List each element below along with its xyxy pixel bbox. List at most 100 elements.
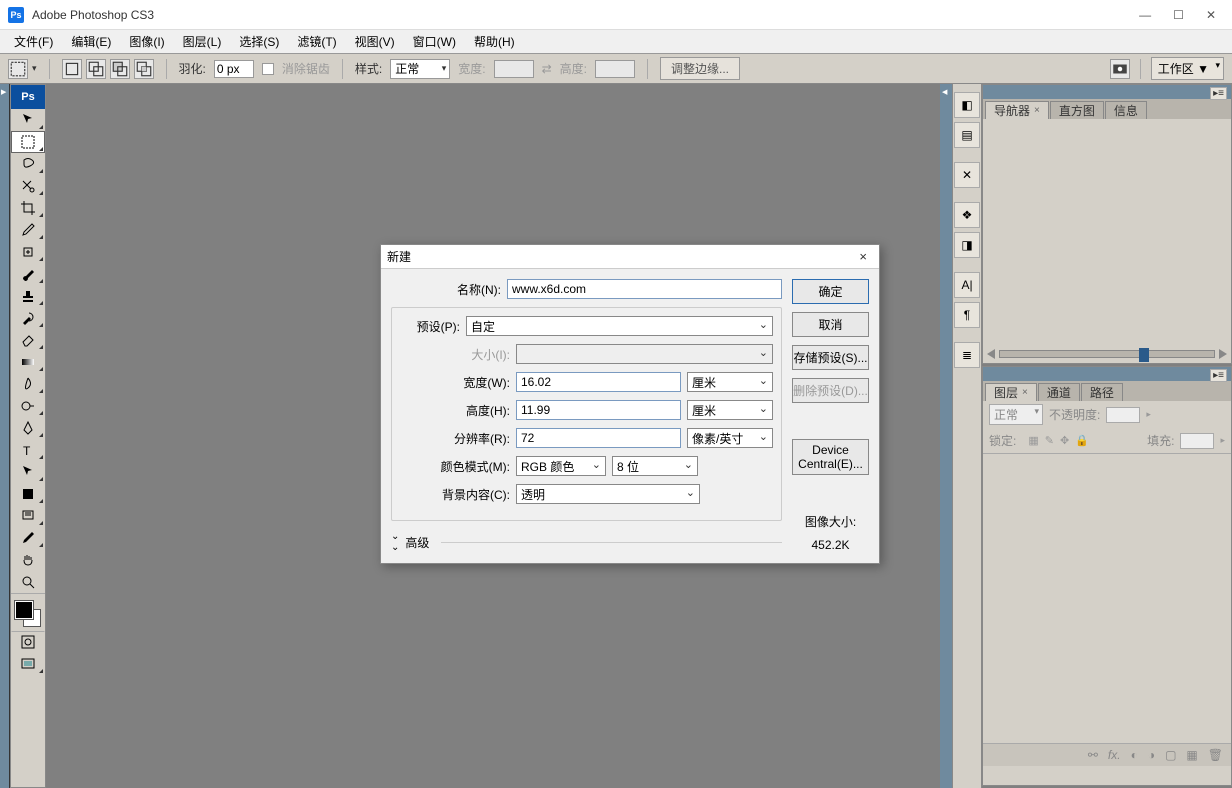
zoom-in-icon[interactable] [1219, 349, 1227, 359]
menu-layer[interactable]: 图层(L) [175, 30, 230, 53]
quickmask-tool[interactable] [11, 631, 45, 653]
crop-tool[interactable] [11, 197, 45, 219]
tab-paths[interactable]: 路径 [1081, 383, 1123, 401]
menu-image[interactable]: 图像(I) [121, 30, 172, 53]
brush-tool[interactable] [11, 263, 45, 285]
height-unit-select[interactable]: 厘米 [687, 400, 773, 420]
dock-swatches-icon[interactable]: ❖ [954, 202, 980, 228]
colormode-select[interactable]: RGB 颜色 [516, 456, 606, 476]
menu-window[interactable]: 窗口(W) [405, 30, 464, 53]
toolbox-collapse-handle[interactable] [0, 84, 10, 788]
history-brush-tool[interactable] [11, 307, 45, 329]
panels-collapse-handle[interactable] [940, 84, 952, 788]
healing-tool[interactable] [11, 241, 45, 263]
lock-image-icon[interactable]: ✎ [1045, 434, 1054, 447]
hand-tool[interactable] [11, 549, 45, 571]
tab-navigator[interactable]: 导航器× [985, 101, 1049, 119]
dialog-close-button[interactable]: × [853, 249, 873, 264]
zoom-out-icon[interactable] [987, 349, 995, 359]
type-tool[interactable]: T [11, 439, 45, 461]
path-select-tool[interactable] [11, 461, 45, 483]
selection-intersect-icon[interactable] [134, 59, 154, 79]
stamp-tool[interactable] [11, 285, 45, 307]
close-button[interactable]: ✕ [1206, 8, 1216, 22]
minimize-button[interactable]: — [1139, 8, 1151, 22]
dock-histogram-icon[interactable]: ▤ [954, 122, 980, 148]
gradient-tool[interactable] [11, 351, 45, 373]
blend-mode-select[interactable]: 正常 [989, 404, 1043, 425]
dock-paragraph-icon[interactable]: ¶ [954, 302, 980, 328]
layers-list[interactable] [983, 453, 1231, 743]
group-icon[interactable]: ▢ [1165, 748, 1176, 762]
color-swatches[interactable] [11, 597, 45, 631]
delete-layer-icon[interactable]: 🗑 [1208, 748, 1223, 762]
dock-navigator-icon[interactable]: ◧ [954, 92, 980, 118]
shape-tool[interactable] [11, 483, 45, 505]
resolution-unit-select[interactable]: 像素/英寸 [687, 428, 773, 448]
screenmode-tool[interactable] [11, 653, 45, 675]
style-select[interactable]: 正常 [390, 59, 450, 79]
resolution-input[interactable] [516, 428, 681, 448]
zoom-tool[interactable] [11, 571, 45, 593]
tab-channels[interactable]: 通道 [1038, 383, 1080, 401]
dock-color-icon[interactable]: ✕ [954, 162, 980, 188]
lock-transparent-icon[interactable]: ▦ [1028, 434, 1038, 447]
navigator-zoom-slider[interactable] [987, 349, 1227, 359]
maximize-button[interactable]: ☐ [1173, 8, 1184, 22]
selection-subtract-icon[interactable] [110, 59, 130, 79]
name-input[interactable] [507, 279, 782, 299]
blur-tool[interactable] [11, 373, 45, 395]
width-input[interactable] [516, 372, 681, 392]
fill-input[interactable] [1180, 433, 1214, 449]
dock-character-icon[interactable]: A| [954, 272, 980, 298]
tab-info[interactable]: 信息 [1105, 101, 1147, 119]
adjustment-layer-icon[interactable]: ◑ [1148, 748, 1155, 762]
feather-input[interactable] [214, 60, 254, 78]
selection-add-icon[interactable] [86, 59, 106, 79]
link-layers-icon[interactable]: ⚯ [1088, 748, 1098, 762]
refine-edge-button[interactable]: 调整边缘... [660, 57, 740, 80]
ok-button[interactable]: 确定 [792, 279, 869, 304]
quick-select-tool[interactable] [11, 175, 45, 197]
selection-new-icon[interactable] [62, 59, 82, 79]
lock-position-icon[interactable]: ✥ [1060, 434, 1069, 447]
menu-view[interactable]: 视图(V) [347, 30, 403, 53]
menu-file[interactable]: 文件(F) [6, 30, 61, 53]
save-preset-button[interactable]: 存储预设(S)... [792, 345, 869, 370]
cancel-button[interactable]: 取消 [792, 312, 869, 337]
marquee-preset-icon[interactable] [8, 59, 28, 79]
panel-menu-icon[interactable]: ▸≡ [1210, 87, 1227, 100]
notes-tool[interactable] [11, 505, 45, 527]
opacity-input[interactable] [1106, 407, 1140, 423]
marquee-tool[interactable] [11, 131, 45, 153]
move-tool[interactable] [11, 109, 45, 131]
menu-edit[interactable]: 编辑(E) [63, 30, 119, 53]
menu-help[interactable]: 帮助(H) [466, 30, 523, 53]
width-unit-select[interactable]: 厘米 [687, 372, 773, 392]
colordepth-select[interactable]: 8 位 [612, 456, 698, 476]
tab-histogram[interactable]: 直方图 [1050, 101, 1104, 119]
layer-mask-icon[interactable]: ◐ [1131, 748, 1138, 762]
device-central-button[interactable]: Device Central(E)... [792, 439, 869, 475]
eyedropper-tool[interactable] [11, 219, 45, 241]
pen-tool[interactable] [11, 417, 45, 439]
lock-all-icon[interactable]: 🔒 [1075, 434, 1089, 447]
eraser-tool[interactable] [11, 329, 45, 351]
preset-select[interactable]: 自定 [466, 316, 773, 336]
menu-select[interactable]: 选择(S) [231, 30, 287, 53]
antialias-checkbox[interactable] [262, 63, 274, 75]
layer-fx-icon[interactable]: fx. [1108, 748, 1121, 762]
bg-select[interactable]: 透明 [516, 484, 700, 504]
tab-layers[interactable]: 图层× [985, 383, 1037, 401]
bridge-icon[interactable] [1110, 59, 1130, 79]
dock-styles-icon[interactable]: ◨ [954, 232, 980, 258]
dock-layers-icon[interactable]: ≣ [954, 342, 980, 368]
advanced-toggle[interactable]: ⌄⌄ 高级 [391, 531, 782, 553]
eyedropper2-tool[interactable] [11, 527, 45, 549]
foreground-color[interactable] [15, 601, 33, 619]
workspace-select[interactable]: 工作区 ▼ [1151, 57, 1224, 80]
lasso-tool[interactable] [11, 153, 45, 175]
layers-panel-menu-icon[interactable]: ▸≡ [1210, 369, 1227, 382]
menu-filter[interactable]: 滤镜(T) [289, 30, 344, 53]
height-input[interactable] [516, 400, 681, 420]
